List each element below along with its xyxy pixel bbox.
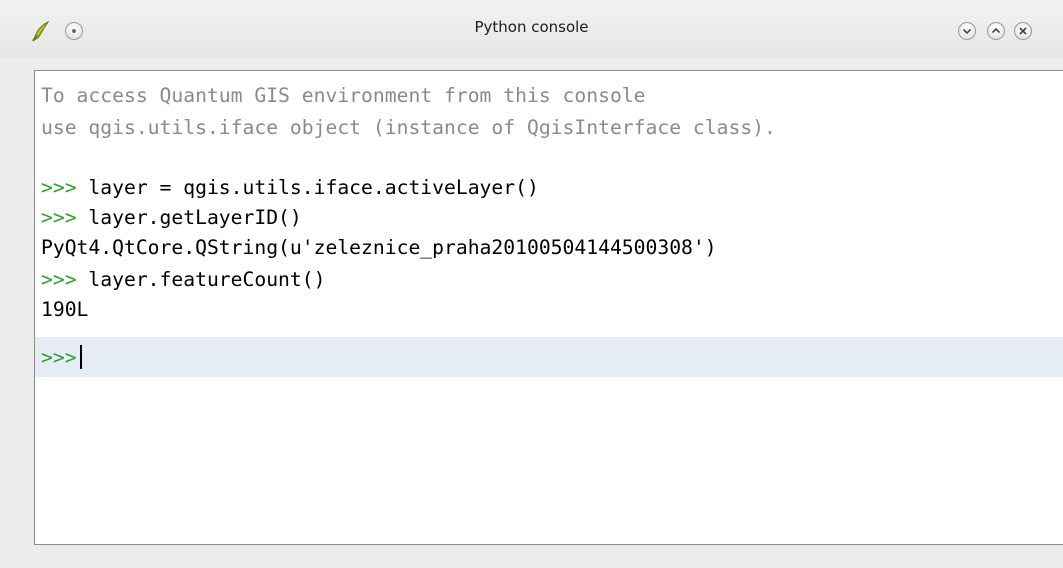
command-text: layer.getLayerID() xyxy=(76,206,302,229)
intro-line: use qgis.utils.iface object (instance of… xyxy=(41,116,776,139)
close-button[interactable] xyxy=(1014,22,1032,40)
output-line: PyQt4.QtCore.QString(u'zeleznice_praha20… xyxy=(41,236,717,259)
close-icon xyxy=(1019,27,1027,35)
text-cursor xyxy=(79,345,82,369)
minimize-button[interactable] xyxy=(958,22,976,40)
history-line: >>> layer = qgis.utils.iface.activeLayer… xyxy=(41,173,539,202)
console-text-area[interactable]: To access Quantum GIS environment from t… xyxy=(34,70,1063,545)
intro-line: To access Quantum GIS environment from t… xyxy=(41,84,646,107)
prompt: >>> xyxy=(41,346,77,369)
command-text: layer.featureCount() xyxy=(76,268,326,291)
current-line-highlight xyxy=(35,337,1063,377)
title-bar[interactable]: Python console xyxy=(0,0,1063,58)
minimize-icon xyxy=(962,28,972,35)
maximize-button[interactable] xyxy=(987,22,1005,40)
history-line: >>> layer.featureCount() xyxy=(41,265,325,294)
prompt: >>> xyxy=(41,176,77,199)
output-line: 190L xyxy=(41,298,89,321)
prompt: >>> xyxy=(41,206,77,229)
history-line: >>> layer.getLayerID() xyxy=(41,203,302,232)
prompt: >>> xyxy=(41,268,77,291)
window-title: Python console xyxy=(474,18,589,36)
command-text: layer = qgis.utils.iface.activeLayer() xyxy=(76,176,539,199)
maximize-icon xyxy=(991,27,1001,34)
python-console-window: Python console To access Quantum GIS env… xyxy=(0,0,1063,568)
input-line[interactable]: >>> xyxy=(41,343,82,372)
